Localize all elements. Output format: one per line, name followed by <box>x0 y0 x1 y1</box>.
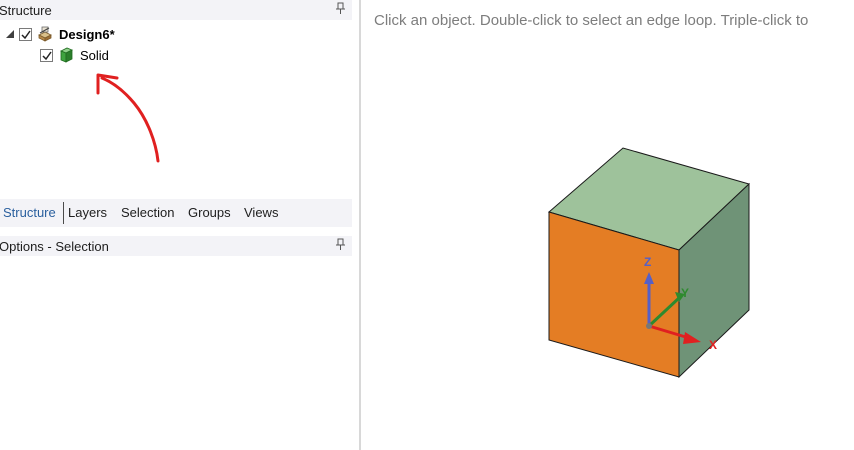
cube-scene[interactable]: Z Y X <box>361 0 854 450</box>
tab-selection[interactable]: Selection <box>121 205 174 220</box>
structure-panel-header: Structure <box>0 0 352 20</box>
solid-body-icon <box>60 47 73 63</box>
tab-layers[interactable]: Layers <box>68 205 107 220</box>
left-panel: Structure Design6* Solid Structure Layer… <box>0 0 358 450</box>
options-panel-header: Options - Selection <box>0 236 352 256</box>
tree-node-design-label: Design6* <box>59 26 115 42</box>
axis-z-label: Z <box>644 255 651 269</box>
pin-icon[interactable] <box>336 238 346 250</box>
tree-node-design[interactable]: Design6* <box>5 24 115 44</box>
design-checkbox[interactable] <box>19 27 32 41</box>
axis-y-label: Y <box>681 286 689 300</box>
options-panel-title: Options - Selection <box>0 239 109 254</box>
design-viewport[interactable]: Click an object. Double-click to select … <box>361 0 854 450</box>
tab-groups[interactable]: Groups <box>188 205 231 220</box>
tab-views[interactable]: Views <box>244 205 278 220</box>
tab-structure[interactable]: Structure <box>3 205 56 220</box>
design-icon <box>38 26 52 42</box>
structure-panel-title: Structure <box>0 3 52 18</box>
panel-tab-bar: Structure Layers Selection Groups Views <box>0 199 352 227</box>
tab-separator <box>63 202 64 224</box>
tree-node-solid[interactable]: Solid <box>40 45 109 65</box>
tree-node-solid-label: Solid <box>80 47 109 63</box>
annotation-arrow <box>96 73 160 163</box>
expand-triangle-icon[interactable] <box>5 29 15 39</box>
solid-checkbox[interactable] <box>40 48 53 62</box>
axis-x-label: X <box>709 338 717 352</box>
pin-icon[interactable] <box>336 2 346 14</box>
